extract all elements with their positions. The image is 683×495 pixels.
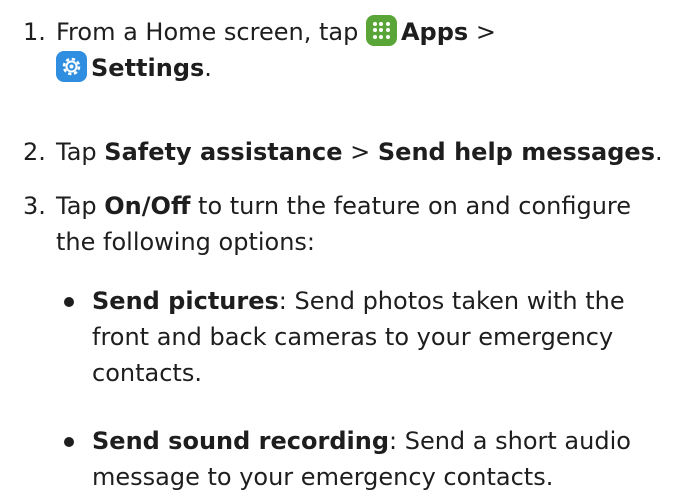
apps-grid-icon — [365, 15, 397, 46]
option-title: Send pictures — [92, 287, 279, 315]
step-lead: From a Home screen, tap — [56, 18, 359, 46]
step-1: 1. From a Home screen, tap Apps > Settin… — [23, 14, 668, 86]
step-number: 1. — [23, 18, 46, 46]
bullet-dot — [64, 297, 74, 307]
step-text: Tap Safety assistance > Send help messag… — [56, 134, 668, 170]
list-item: Send pictures: Send photos taken with th… — [56, 283, 668, 391]
safety-assistance-label: Safety assistance — [104, 138, 343, 166]
apps-label: Apps — [400, 18, 469, 46]
step-2: 2. Tap Safety assistance > Send help mes… — [23, 134, 668, 170]
gear-icon — [56, 51, 87, 82]
send-help-messages-label: Send help messages — [377, 138, 655, 166]
period: . — [655, 138, 663, 166]
separator: > — [350, 138, 371, 166]
step-number: 3. — [23, 192, 46, 220]
separator: > — [475, 18, 496, 46]
step-3: 3. Tap On/Off to turn the feature on and… — [23, 188, 668, 260]
step-text: From a Home screen, tap Apps > Settings. — [56, 14, 668, 86]
period: . — [204, 54, 212, 82]
on-off-label: On/Off — [104, 192, 191, 220]
step-text: Tap On/Off to turn the feature on and co… — [56, 188, 668, 260]
settings-label: Settings — [91, 54, 205, 82]
instruction-steps: 1. From a Home screen, tap Apps > Settin… — [0, 0, 683, 491]
step-number: 2. — [23, 138, 46, 166]
option-text: Send sound recording: Send a short audio… — [92, 423, 668, 495]
option-title: Send sound recording — [92, 427, 389, 455]
step-lead: Tap — [56, 138, 97, 166]
list-item: Send sound recording: Send a short audio… — [56, 423, 668, 495]
option-text: Send pictures: Send photos taken with th… — [92, 283, 668, 391]
step-lead: Tap — [56, 192, 97, 220]
bullet-dot — [64, 437, 74, 447]
